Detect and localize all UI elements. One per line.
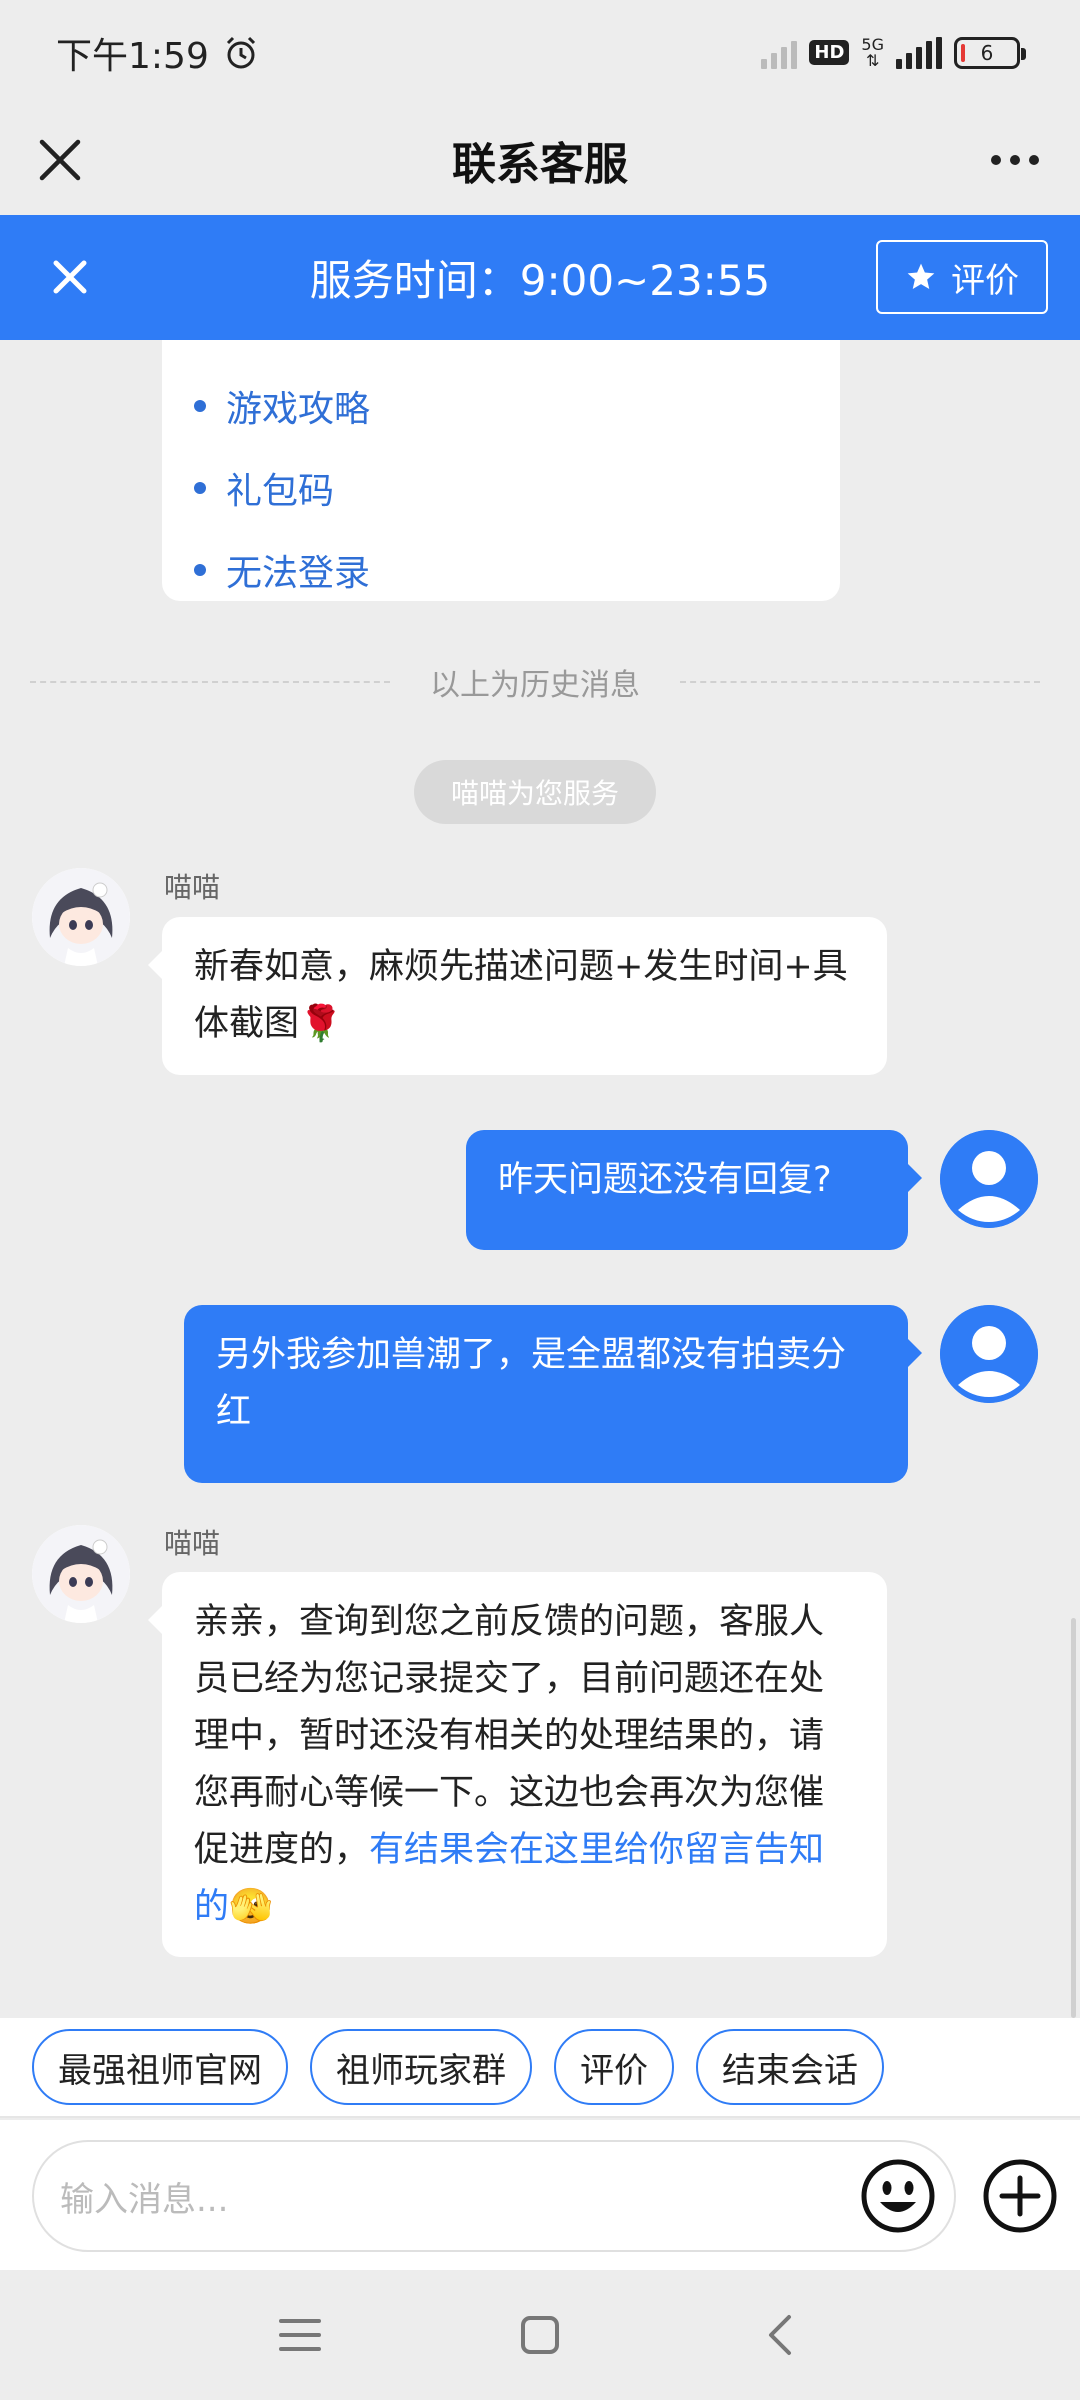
user-message-bubble: 昨天问题还没有回复?: [466, 1130, 922, 1250]
user-avatar[interactable]: [940, 1305, 1038, 1403]
message-text: 另外我参加兽潮了，是全盟都没有拍卖分红: [216, 1335, 847, 1432]
chat-area[interactable]: 游戏攻略 礼包码 无法登录 以上为历史消息 喵喵为您服务 喵喵 新春如意，麻烦先…: [0, 340, 1080, 2018]
message-input-bar: 输入消息...: [0, 2120, 1080, 2270]
system-notice: 喵喵为您服务: [414, 760, 656, 824]
chip-rate[interactable]: 评价: [554, 2029, 674, 2105]
history-divider: 以上为历史消息: [30, 660, 1040, 704]
chip-end-session[interactable]: 结束会话: [696, 2029, 884, 2105]
page-title: 联系客服: [452, 139, 628, 190]
close-icon[interactable]: [30, 130, 90, 190]
chip-player-group[interactable]: 祖师玩家群: [310, 2029, 532, 2105]
anime-girl-avatar-icon: [32, 1525, 130, 1623]
chip-label: 结束会话: [722, 2050, 858, 2091]
faq-item-label: 礼包码: [226, 471, 335, 512]
title-bar: 联系客服: [0, 105, 1080, 215]
faq-menu-card: 游戏攻略 礼包码 无法登录: [162, 340, 840, 601]
bullet-icon: [194, 482, 206, 494]
quick-actions-bar: 最强祖师官网 祖师玩家群 评价 结束会话: [0, 2018, 1080, 2118]
wifi-signal-icon: [761, 37, 798, 69]
bullet-icon: [194, 400, 206, 412]
agent-message-bubble: 亲亲，查询到您之前反馈的问题，客服人员已经为您记录提交了，目前问题还在处理中，暂…: [148, 1572, 887, 1957]
anime-girl-avatar-icon: [32, 868, 130, 966]
chip-official-site[interactable]: 最强祖师官网: [32, 2029, 288, 2105]
shy-face-emoji-icon: 🫣: [229, 1887, 273, 1927]
faq-item-label: 无法登录: [226, 553, 371, 594]
chip-label: 最强祖师官网: [58, 2050, 262, 2091]
bullet-icon: [194, 564, 206, 576]
alarm-icon: [226, 36, 255, 68]
agent-avatar[interactable]: [32, 1525, 130, 1623]
rate-button-label: 评价: [951, 260, 1019, 301]
star-icon: [907, 263, 935, 289]
status-time: 下午1:59: [56, 35, 209, 77]
service-time-text: 服务时间：9:00~23:55: [309, 256, 771, 305]
user-message-bubble: 另外我参加兽潮了，是全盟都没有拍卖分红: [184, 1305, 922, 1483]
user-silhouette-icon: [940, 1305, 1038, 1403]
chat-scrollbar[interactable]: [1071, 1618, 1076, 2018]
hd-badge: HD: [809, 40, 850, 65]
message-text: 新春如意，麻烦先描述问题+发生时间+具体截图🌹: [194, 947, 848, 1044]
faq-item-label: 游戏攻略: [226, 389, 371, 430]
faq-item-guide[interactable]: 游戏攻略: [194, 365, 840, 447]
message-text: 昨天问题还没有回复?: [498, 1160, 832, 1200]
agent-avatar[interactable]: [32, 868, 130, 966]
back-icon[interactable]: [750, 2305, 810, 2365]
rate-button[interactable]: 评价: [876, 240, 1048, 314]
message-input-placeholder: 输入消息...: [60, 2179, 229, 2220]
chip-label: 祖师玩家群: [336, 2050, 506, 2091]
emoji-icon[interactable]: [860, 2158, 936, 2234]
sender-name: 喵喵: [164, 1527, 221, 1560]
home-icon[interactable]: [510, 2305, 570, 2365]
close-banner-icon[interactable]: [40, 247, 100, 307]
agent-message-bubble: 新春如意，麻烦先描述问题+发生时间+具体截图🌹: [148, 917, 887, 1075]
battery-level: 6: [980, 40, 994, 65]
battery-icon: 6: [954, 36, 1026, 69]
faq-item-gift-code[interactable]: 礼包码: [194, 447, 840, 529]
customer-service-chat-screen: 下午1:59 HD 5G ⇅ 6 联系客服 服务时间：9:00~23:55 评价…: [0, 0, 1080, 2400]
user-avatar[interactable]: [940, 1130, 1038, 1228]
data-arrows-icon: ⇅: [866, 50, 880, 70]
message-input[interactable]: 输入消息...: [32, 2140, 956, 2252]
status-bar: 下午1:59 HD 5G ⇅ 6: [0, 0, 1080, 105]
menu-icon[interactable]: [270, 2305, 330, 2365]
user-silhouette-icon: [940, 1130, 1038, 1228]
history-divider-text: 以上为历史消息: [430, 668, 640, 703]
system-nav-bar: [0, 2270, 1080, 2400]
cell-signal-icon: [896, 36, 942, 69]
sender-name: 喵喵: [164, 871, 221, 904]
more-icon[interactable]: [980, 130, 1050, 190]
faq-item-login[interactable]: 无法登录: [194, 529, 840, 611]
service-banner: 服务时间：9:00~23:55 评价: [0, 215, 1080, 340]
plus-icon[interactable]: [982, 2158, 1058, 2234]
chip-label: 评价: [580, 2050, 648, 2091]
